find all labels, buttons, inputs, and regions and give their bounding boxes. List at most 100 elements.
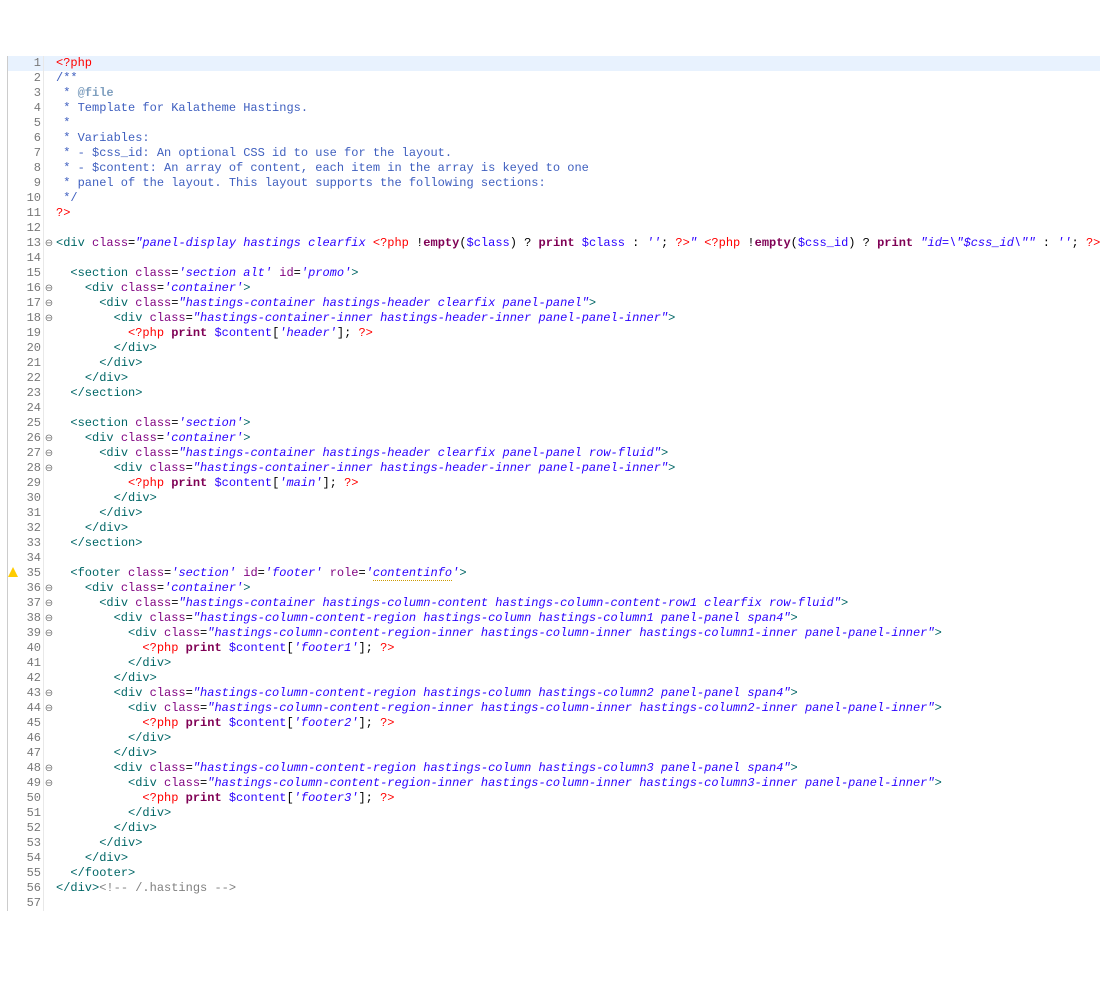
code-content[interactable]: </div> bbox=[54, 491, 1100, 506]
code-editor[interactable]: 1<?php2/**3 * @file4 * Template for Kala… bbox=[0, 56, 1100, 911]
code-content[interactable]: <footer class='section' id='footer' role… bbox=[54, 566, 1100, 581]
code-content[interactable]: <div class="hastings-column-content-regi… bbox=[54, 701, 1100, 716]
fold-toggle[interactable]: ⊖ bbox=[44, 626, 54, 641]
code-content[interactable]: <div class='container'> bbox=[54, 581, 1100, 596]
code-content[interactable]: </div> bbox=[54, 836, 1100, 851]
fold-collapse-icon[interactable]: ⊖ bbox=[45, 599, 53, 610]
code-line[interactable]: 13⊖<div class="panel-display hastings cl… bbox=[8, 236, 1100, 251]
code-content[interactable]: <?php bbox=[54, 56, 1100, 71]
code-content[interactable]: </section> bbox=[54, 536, 1100, 551]
code-line[interactable]: 43⊖ <div class="hastings-column-content-… bbox=[8, 686, 1100, 701]
code-line[interactable]: 54 </div> bbox=[8, 851, 1100, 866]
code-content[interactable]: </div> bbox=[54, 806, 1100, 821]
code-content[interactable]: </div> bbox=[54, 746, 1100, 761]
fold-toggle[interactable]: ⊖ bbox=[44, 461, 54, 476]
code-line[interactable]: 48⊖ <div class="hastings-column-content-… bbox=[8, 761, 1100, 776]
code-content[interactable]: </div> bbox=[54, 371, 1100, 386]
code-content[interactable]: <div class="hastings-container-inner has… bbox=[54, 311, 1100, 326]
code-line[interactable]: 51 </div> bbox=[8, 806, 1100, 821]
code-content[interactable]: */ bbox=[54, 191, 1100, 206]
fold-toggle[interactable]: ⊖ bbox=[44, 611, 54, 626]
code-line[interactable]: 44⊖ <div class="hastings-column-content-… bbox=[8, 701, 1100, 716]
code-content[interactable]: <section class='section'> bbox=[54, 416, 1100, 431]
code-content[interactable] bbox=[54, 251, 1100, 266]
fold-toggle[interactable]: ⊖ bbox=[44, 236, 54, 251]
code-line[interactable]: 55 </footer> bbox=[8, 866, 1100, 881]
code-line[interactable]: 39⊖ <div class="hastings-column-content-… bbox=[8, 626, 1100, 641]
code-line[interactable]: 4 * Template for Kalatheme Hastings. bbox=[8, 101, 1100, 116]
code-content[interactable]: <?php print $content['footer1']; ?> bbox=[54, 641, 1100, 656]
fold-collapse-icon[interactable]: ⊖ bbox=[45, 464, 53, 475]
fold-collapse-icon[interactable]: ⊖ bbox=[45, 434, 53, 445]
code-line[interactable]: 38⊖ <div class="hastings-column-content-… bbox=[8, 611, 1100, 626]
code-line[interactable]: 42 </div> bbox=[8, 671, 1100, 686]
code-content[interactable]: <div class="hastings-column-content-regi… bbox=[54, 611, 1100, 626]
code-content[interactable]: <?php print $content['footer2']; ?> bbox=[54, 716, 1100, 731]
fold-toggle[interactable]: ⊖ bbox=[44, 296, 54, 311]
code-content[interactable]: </footer> bbox=[54, 866, 1100, 881]
code-content[interactable]: </div><!-- /.hastings --> bbox=[54, 881, 1100, 896]
code-content[interactable]: * panel of the layout. This layout suppo… bbox=[54, 176, 1100, 191]
code-line[interactable]: 20 </div> bbox=[8, 341, 1100, 356]
code-line[interactable]: 2/** bbox=[8, 71, 1100, 86]
code-content[interactable]: * bbox=[54, 116, 1100, 131]
code-line[interactable]: 34 bbox=[8, 551, 1100, 566]
code-line[interactable]: 50 <?php print $content['footer3']; ?> bbox=[8, 791, 1100, 806]
code-content[interactable]: <div class="hastings-column-content-regi… bbox=[54, 686, 1100, 701]
code-line[interactable]: 47 </div> bbox=[8, 746, 1100, 761]
code-line[interactable]: 6 * Variables: bbox=[8, 131, 1100, 146]
code-line[interactable]: 28⊖ <div class="hastings-container-inner… bbox=[8, 461, 1100, 476]
code-line[interactable]: 29 <?php print $content['main']; ?> bbox=[8, 476, 1100, 491]
fold-toggle[interactable]: ⊖ bbox=[44, 686, 54, 701]
code-line[interactable]: 45 <?php print $content['footer2']; ?> bbox=[8, 716, 1100, 731]
fold-toggle[interactable]: ⊖ bbox=[44, 761, 54, 776]
code-content[interactable]: <div class="panel-display hastings clear… bbox=[54, 236, 1100, 251]
fold-collapse-icon[interactable]: ⊖ bbox=[45, 239, 53, 250]
code-content[interactable]: </div> bbox=[54, 506, 1100, 521]
fold-toggle[interactable]: ⊖ bbox=[44, 776, 54, 791]
fold-collapse-icon[interactable]: ⊖ bbox=[45, 689, 53, 700]
code-line[interactable]: 15 <section class='section alt' id='prom… bbox=[8, 266, 1100, 281]
code-content[interactable]: * @file bbox=[54, 86, 1100, 101]
code-line[interactable]: 3 * @file bbox=[8, 86, 1100, 101]
code-content[interactable]: * Variables: bbox=[54, 131, 1100, 146]
code-line[interactable]: 53 </div> bbox=[8, 836, 1100, 851]
fold-collapse-icon[interactable]: ⊖ bbox=[45, 449, 53, 460]
code-content[interactable]: </section> bbox=[54, 386, 1100, 401]
code-line[interactable]: 11?> bbox=[8, 206, 1100, 221]
fold-collapse-icon[interactable]: ⊖ bbox=[45, 704, 53, 715]
fold-collapse-icon[interactable]: ⊖ bbox=[45, 779, 53, 790]
code-content[interactable]: * Template for Kalatheme Hastings. bbox=[54, 101, 1100, 116]
code-line[interactable]: 7 * - $css_id: An optional CSS id to use… bbox=[8, 146, 1100, 161]
code-content[interactable]: <div class='container'> bbox=[54, 431, 1100, 446]
code-line[interactable]: 1<?php bbox=[8, 56, 1100, 71]
fold-toggle[interactable]: ⊖ bbox=[44, 431, 54, 446]
code-content[interactable]: <div class="hastings-column-content-regi… bbox=[54, 761, 1100, 776]
code-content[interactable] bbox=[54, 551, 1100, 566]
code-line[interactable]: 12 bbox=[8, 221, 1100, 236]
fold-collapse-icon[interactable]: ⊖ bbox=[45, 314, 53, 325]
code-content[interactable] bbox=[54, 896, 1100, 911]
code-content[interactable]: <?php print $content['main']; ?> bbox=[54, 476, 1100, 491]
code-line[interactable]: 32 </div> bbox=[8, 521, 1100, 536]
code-line[interactable]: 24 bbox=[8, 401, 1100, 416]
code-content[interactable]: </div> bbox=[54, 851, 1100, 866]
fold-collapse-icon[interactable]: ⊖ bbox=[45, 764, 53, 775]
code-line[interactable]: 35 <footer class='section' id='footer' r… bbox=[8, 566, 1100, 581]
code-line[interactable]: 40 <?php print $content['footer1']; ?> bbox=[8, 641, 1100, 656]
fold-collapse-icon[interactable]: ⊖ bbox=[45, 629, 53, 640]
code-line[interactable]: 18⊖ <div class="hastings-container-inner… bbox=[8, 311, 1100, 326]
code-content[interactable]: </div> bbox=[54, 656, 1100, 671]
code-line[interactable]: 36⊖ <div class='container'> bbox=[8, 581, 1100, 596]
code-line[interactable]: 30 </div> bbox=[8, 491, 1100, 506]
fold-toggle[interactable]: ⊖ bbox=[44, 701, 54, 716]
code-line[interactable]: 5 * bbox=[8, 116, 1100, 131]
code-content[interactable]: * - $content: An array of content, each … bbox=[54, 161, 1100, 176]
code-content[interactable]: <div class="hastings-container hastings-… bbox=[54, 296, 1100, 311]
code-content[interactable]: <div class='container'> bbox=[54, 281, 1100, 296]
fold-toggle[interactable]: ⊖ bbox=[44, 596, 54, 611]
code-line[interactable]: 25 <section class='section'> bbox=[8, 416, 1100, 431]
code-content[interactable] bbox=[54, 221, 1100, 236]
code-line[interactable]: 17⊖ <div class="hastings-container hasti… bbox=[8, 296, 1100, 311]
code-content[interactable]: <?php print $content['footer3']; ?> bbox=[54, 791, 1100, 806]
